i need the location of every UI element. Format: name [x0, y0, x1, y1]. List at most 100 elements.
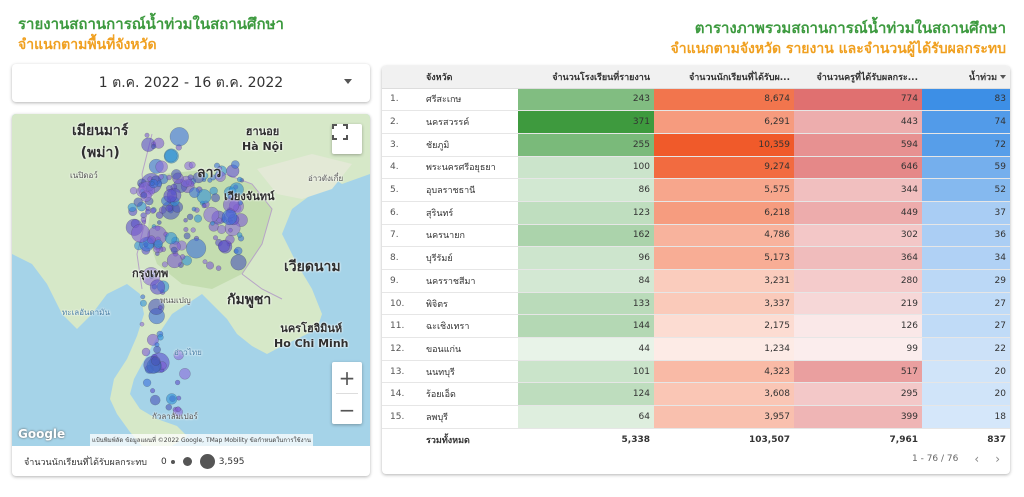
- zoom-in-button[interactable]: +: [332, 362, 362, 393]
- table-row[interactable]: 1. ศรีสะเกษ 243 8,674 774 83: [382, 88, 1010, 112]
- row-index: 7.: [382, 224, 422, 248]
- map-bubble[interactable]: [170, 246, 178, 254]
- map-bubble[interactable]: [129, 186, 138, 195]
- header-province[interactable]: จังหวัด: [422, 66, 518, 89]
- map-bubble[interactable]: [205, 261, 215, 270]
- row-index: 1.: [382, 88, 422, 112]
- label-naypyidaw: เนปิดอว์: [70, 171, 98, 180]
- row-index: 10.: [382, 292, 422, 316]
- map-bubble[interactable]: [211, 193, 221, 203]
- map-attribution[interactable]: แป้นพิมพ์ลัด ข้อมูลแผนที่ ©2022 Google, …: [90, 434, 313, 446]
- map-bubble[interactable]: [217, 225, 227, 234]
- map-bubble[interactable]: [141, 347, 151, 357]
- zoom-out-button[interactable]: −: [332, 394, 362, 425]
- label-myanmar: เมียนมาร์ (พม่า): [72, 123, 129, 161]
- date-range-picker[interactable]: 1 ต.ค. 2022 - 16 ต.ค. 2022: [12, 64, 370, 102]
- map-bubble[interactable]: [183, 226, 189, 233]
- map-bubble[interactable]: [151, 356, 161, 366]
- map-bubble[interactable]: [149, 394, 161, 406]
- map-bubble[interactable]: [174, 379, 181, 386]
- map-bubble[interactable]: [166, 174, 172, 181]
- map-bubble[interactable]: [216, 217, 222, 224]
- map-bubble[interactable]: [166, 393, 178, 405]
- table-row[interactable]: 15. ลพบุรี 64 3,957 399 18: [382, 405, 1010, 429]
- map-bubble[interactable]: [139, 299, 147, 307]
- table-row[interactable]: 2. นครสวรรค์ 371 6,291 443 74: [382, 110, 1010, 134]
- bubble-map[interactable]: เมียนมาร์ (พม่า) ฮานอย Hà Nội ลาว เนปิดอ…: [12, 114, 370, 446]
- map-bubble[interactable]: [139, 321, 145, 327]
- map-bubble[interactable]: [236, 176, 243, 183]
- map-bubble[interactable]: [171, 169, 182, 180]
- table-row[interactable]: 14. ร้อยเอ็ด 124 3,608 295 20: [382, 382, 1010, 407]
- left-title: รายงานสถานการณ์น้ำท่วมในสถานศึกษา: [18, 15, 284, 33]
- map-bubble[interactable]: [165, 204, 173, 212]
- map-bubble[interactable]: [164, 149, 178, 163]
- map-bubble[interactable]: [140, 191, 148, 199]
- table-row[interactable]: 9. นครราชสีมา 84 3,231 280 29: [382, 269, 1010, 293]
- map-bubble[interactable]: [186, 213, 194, 221]
- map-bubble[interactable]: [150, 181, 155, 186]
- label-hcmc: นครโฮจิมินห์ Ho Chi Minh: [274, 322, 349, 350]
- table-row[interactable]: 8. บุรีรัมย์ 96 5,173 364 34: [382, 246, 1010, 270]
- map-bubble[interactable]: [183, 232, 191, 240]
- map-bubble[interactable]: [163, 188, 178, 203]
- map-bubble[interactable]: [164, 232, 178, 245]
- map-bubble[interactable]: [188, 161, 196, 169]
- map-bubble[interactable]: [149, 207, 156, 214]
- map-bubble[interactable]: [140, 217, 147, 223]
- map-bubble[interactable]: [131, 223, 151, 243]
- map-bubble[interactable]: [221, 209, 238, 226]
- map-bubble[interactable]: [201, 203, 207, 209]
- map-bubble[interactable]: [157, 334, 164, 341]
- table-row[interactable]: 7. นครนายก 162 4,786 302 36: [382, 224, 1010, 248]
- right-subtitle: จำแนกตามจังหวัด รายงาน และจำนวนผู้ได้รับ…: [670, 41, 1006, 57]
- map-bubble[interactable]: [230, 254, 247, 271]
- map-bubble[interactable]: [155, 160, 168, 174]
- table-row[interactable]: 4. พระนครศรีอยุธยา 100 9,274 646 59: [382, 156, 1010, 180]
- map-bubble[interactable]: [210, 220, 215, 226]
- table-row[interactable]: 13. นนทบุรี 101 4,323 517 20: [382, 360, 1010, 384]
- table-row[interactable]: 12. ขอนแก่น 44 1,234 99 22: [382, 337, 1010, 361]
- table-row[interactable]: 3. ชัยภูมิ 255 10,359 594 72: [382, 133, 1010, 157]
- map-bubble[interactable]: [215, 265, 222, 271]
- map-bubble[interactable]: [166, 252, 183, 269]
- map-bubble[interactable]: [142, 378, 152, 387]
- map-bubble[interactable]: [190, 227, 196, 233]
- chevron-right-icon[interactable]: ›: [995, 452, 1000, 466]
- row-schools: 64: [518, 405, 654, 429]
- map-bubble[interactable]: [127, 202, 137, 212]
- map-bubble[interactable]: [217, 240, 230, 253]
- map-bubble[interactable]: [234, 246, 243, 256]
- header-students[interactable]: จำนวนนักเรียนที่ได้รับผ...: [654, 66, 794, 89]
- left-subtitle: จำแนกตามพื้นที่จังหวัด: [18, 37, 157, 53]
- map-bubble[interactable]: [144, 208, 151, 215]
- map-bubble[interactable]: [156, 220, 162, 225]
- map-bubble[interactable]: [189, 187, 200, 198]
- map-bubble[interactable]: [187, 174, 194, 181]
- map-bubble[interactable]: [228, 227, 233, 233]
- map-bubble[interactable]: [183, 218, 188, 223]
- map-bubble[interactable]: [179, 368, 191, 380]
- map-bubble[interactable]: [150, 388, 156, 394]
- left-title-block: รายงานสถานการณ์น้ำท่วมในสถานศึกษา จำแนกต…: [18, 14, 284, 55]
- table-row[interactable]: 11. ฉะเชิงเทรา 144 2,175 126 27: [382, 314, 1010, 339]
- fullscreen-button[interactable]: [332, 124, 362, 154]
- map-bubble[interactable]: [151, 143, 157, 150]
- header-flood[interactable]: น้ำท่วม: [922, 66, 1010, 89]
- table-row[interactable]: 10. พิจิตร 133 3,337 219 27: [382, 292, 1010, 316]
- header-teachers[interactable]: จำนวนครูที่ได้รับผลกระ...: [794, 66, 922, 89]
- chevron-left-icon[interactable]: ‹: [974, 452, 979, 466]
- map-bubble[interactable]: [154, 342, 160, 348]
- table-row[interactable]: 6. สุรินทร์ 123 6,218 449 37: [382, 201, 1010, 225]
- map-bubble[interactable]: [186, 238, 207, 259]
- map-bubble[interactable]: [231, 160, 240, 169]
- map-bubble[interactable]: [202, 259, 208, 265]
- map-bubble[interactable]: [191, 206, 197, 212]
- table-row[interactable]: 5. อุบลราชธานี 86 5,575 344 52: [382, 178, 1010, 202]
- map-bubble[interactable]: [169, 127, 189, 147]
- map-bubble[interactable]: [144, 132, 150, 138]
- map-bubble[interactable]: [193, 214, 203, 223]
- map-bubble[interactable]: [236, 232, 243, 238]
- map-bubble[interactable]: [140, 294, 146, 300]
- header-schools[interactable]: จำนวนโรงเรียนที่รายงาน: [518, 66, 654, 89]
